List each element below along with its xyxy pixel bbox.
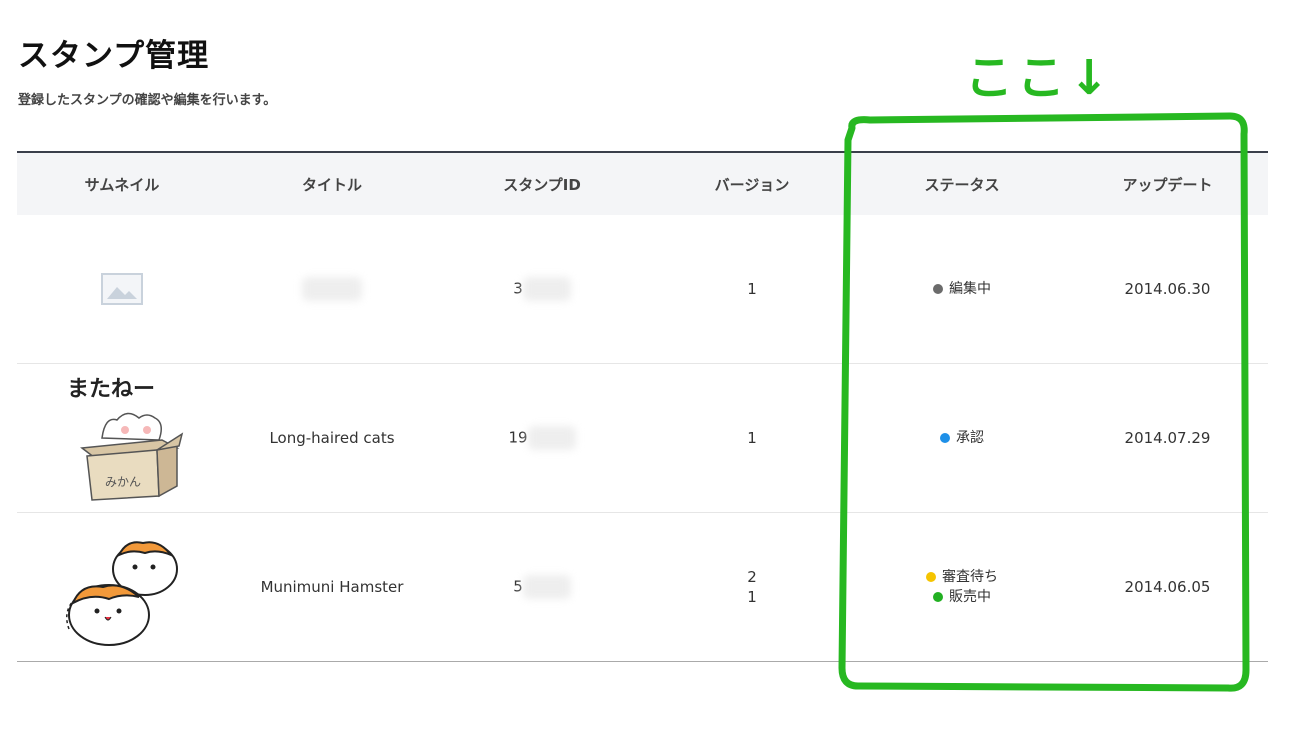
header-thumbnail: サムネイル xyxy=(84,175,160,194)
table-row[interactable]: またねー みかん Long-haired cats 19 1 承認 2014.0… xyxy=(17,364,1268,513)
header-status: ステータス xyxy=(924,175,1000,194)
status-label: 審査待ち xyxy=(942,569,998,585)
status-badge: 審査待ち xyxy=(926,567,998,587)
status-badge: 編集中 xyxy=(933,279,991,299)
header-title: タイトル xyxy=(301,175,362,194)
version-value: 1 xyxy=(747,588,757,606)
stamp-id: 3 xyxy=(513,277,571,301)
stamp-title[interactable]: Munimuni Hamster xyxy=(261,578,404,596)
table-header: サムネイル タイトル スタンプID バージョン ステータス アップデート xyxy=(17,153,1268,215)
table-row[interactable]: Munimuni Hamster 5 2 1 審査待ち 販売中 2014.06.… xyxy=(17,513,1268,662)
status-badge: 承認 xyxy=(940,428,984,448)
redacted-id xyxy=(527,426,576,450)
status-label: 承認 xyxy=(956,430,984,446)
status-dot-icon xyxy=(926,572,936,582)
stamp-id-prefix: 5 xyxy=(513,577,523,596)
status-label: 販売中 xyxy=(949,589,991,605)
stamp-id: 19 xyxy=(508,426,576,450)
status-badge: 販売中 xyxy=(933,587,991,607)
redacted-id xyxy=(522,575,571,599)
stamp-id-prefix: 3 xyxy=(513,279,523,298)
status-dot-icon xyxy=(933,592,943,602)
image-placeholder-icon[interactable] xyxy=(101,273,143,305)
update-date: 2014.07.29 xyxy=(1124,429,1211,447)
page-subtitle: 登録したスタンプの確認や編集を行います。 xyxy=(18,93,277,108)
table-row[interactable]: 3 1 編集中 2014.06.30 xyxy=(17,215,1268,364)
redacted-id xyxy=(522,277,571,301)
annotation-text: ここ↓ xyxy=(965,50,1114,106)
header-stamp-id: スタンプID xyxy=(503,175,581,194)
sticker-caption: またねー xyxy=(67,377,155,402)
cat-in-box-sticker[interactable]: またねー みかん xyxy=(47,368,197,508)
redacted-title xyxy=(302,277,362,301)
stamp-title[interactable]: Long-haired cats xyxy=(269,429,394,447)
update-date: 2014.06.05 xyxy=(1124,578,1211,596)
page-title: スタンプ管理 xyxy=(18,38,210,74)
version-value: 1 xyxy=(747,429,757,447)
stamp-table: サムネイル タイトル スタンプID バージョン ステータス アップデート 3 1… xyxy=(17,151,1268,662)
box-label: みかん xyxy=(105,475,141,489)
header-version: バージョン xyxy=(714,175,790,194)
hamster-sticker[interactable] xyxy=(47,517,197,657)
status-dot-icon xyxy=(933,284,943,294)
version-value: 1 xyxy=(747,280,757,298)
header-update: アップデート xyxy=(1122,175,1213,194)
status-dot-icon xyxy=(940,433,950,443)
stamp-id-prefix: 19 xyxy=(508,428,528,447)
version-value: 2 xyxy=(747,568,757,586)
stamp-id: 5 xyxy=(513,575,571,599)
update-date: 2014.06.30 xyxy=(1124,280,1211,298)
status-label: 編集中 xyxy=(949,281,991,297)
